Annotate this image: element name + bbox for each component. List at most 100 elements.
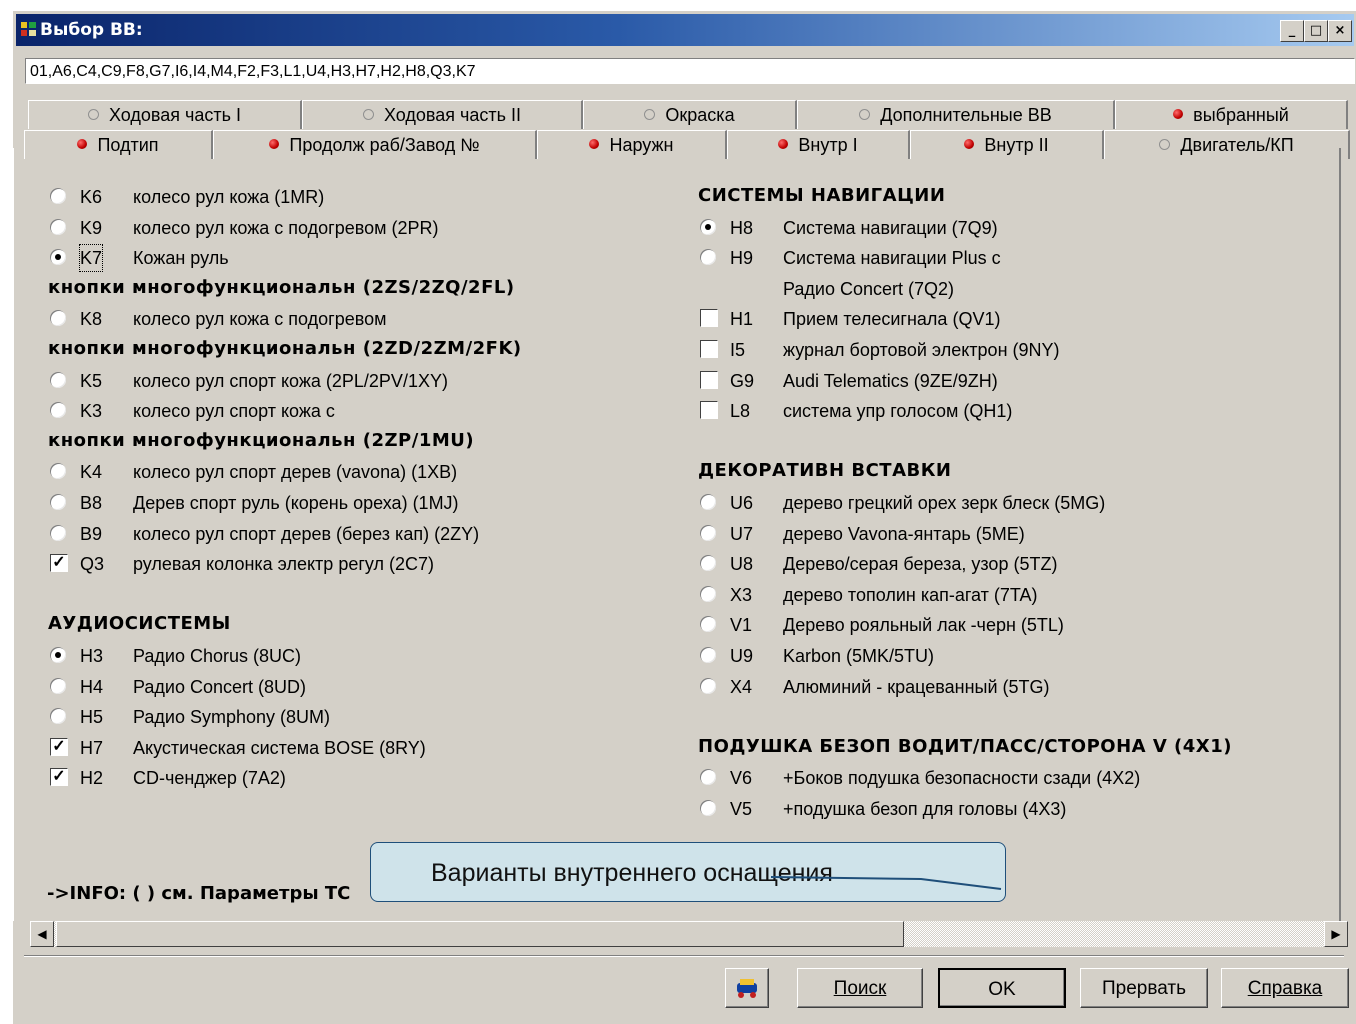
radio-button[interactable]: [50, 218, 66, 235]
radio-button[interactable]: [50, 310, 66, 327]
radio-button[interactable]: [50, 647, 66, 663]
option-check-H2[interactable]: ✓ H2 CD-ченджер (7A2): [50, 765, 670, 791]
tab-row1-3[interactable]: Дополнительные ВВ: [797, 100, 1115, 129]
checkbox[interactable]: ✓: [50, 768, 68, 787]
checkbox[interactable]: [700, 370, 718, 389]
tab-row1-1[interactable]: Ходовая часть II: [302, 100, 583, 129]
option-description: Дерев спорт руль (корень ореха) (1MJ): [133, 493, 459, 513]
option-code: V1: [730, 615, 753, 636]
tab-row1-2[interactable]: Окраска: [583, 100, 797, 129]
radio-button[interactable]: [50, 463, 66, 480]
section-header: кнопки многофункциональн (2ZP/1MU): [48, 429, 475, 451]
radio-button[interactable]: [50, 494, 66, 510]
radio-button[interactable]: [50, 249, 66, 266]
title-bar[interactable]: Выбор ВВ: _ □ ×: [16, 14, 1354, 46]
ok-button[interactable]: OK: [938, 968, 1066, 1008]
option-code: H3: [80, 646, 104, 666]
option-radio-H5[interactable]: H5 Радио Symphony (8UM): [50, 704, 670, 730]
radio-button[interactable]: [50, 677, 66, 694]
abort-button[interactable]: Прервать: [1080, 968, 1208, 1008]
option-description: Прием телесигнала (QV1): [783, 309, 1001, 330]
option-radio-K3[interactable]: K3 колесо рул спорт кожа с: [50, 398, 670, 424]
option-radio-U8[interactable]: U8 Дерево/серая береза, узор (5TZ): [700, 551, 1320, 577]
maximize-button[interactable]: □: [1304, 20, 1328, 42]
radio-button[interactable]: [700, 616, 716, 633]
option-radio-V6[interactable]: V6 +Боков подушка безопасности сзади (4X2…: [700, 765, 1320, 791]
option-radio-K6[interactable]: K6 колесо рул кожа (1MR): [50, 184, 670, 210]
option-radio-K8[interactable]: K8 колесо рул кожа с подогревом: [50, 306, 670, 332]
horizontal-scrollbar[interactable]: ◀ ▶: [30, 921, 1348, 947]
option-radio-X3[interactable]: X3 дерево тополин кап-агат (7TA): [700, 582, 1320, 608]
radio-button[interactable]: [700, 249, 716, 266]
option-radio-K5[interactable]: K5 колесо рул спорт кожа (2PL/2PV/1XY): [50, 368, 670, 394]
option-check-Q3[interactable]: ✓ Q3 рулевая колонка электр регул (2C7): [50, 551, 670, 577]
radio-button[interactable]: [50, 708, 66, 725]
option-radio-K7[interactable]: K7 Кожан руль: [50, 244, 670, 273]
radio-button[interactable]: [700, 677, 716, 694]
option-check-H7[interactable]: ✓ H7 Акустическая система BOSE (8RY): [50, 735, 670, 761]
tab-label: Дополнительные ВВ: [880, 105, 1052, 125]
scroll-right-icon[interactable]: ▶: [1324, 921, 1348, 947]
radio-button[interactable]: [700, 555, 716, 572]
radio-button[interactable]: [700, 585, 716, 602]
option-radio-V1[interactable]: V1 Дерево рояльный лак -черн (5TL): [700, 612, 1320, 638]
option-radio-U6[interactable]: U6 дерево грецкий орех зерк блеск (5MG): [700, 490, 1320, 516]
option-radio-V5[interactable]: V5 +подушка безоп для головы (4X3): [700, 796, 1320, 822]
checkbox[interactable]: ✓: [50, 737, 68, 756]
help-button[interactable]: Справка: [1221, 968, 1349, 1008]
option-check-H1[interactable]: H1 Прием телесигнала (QV1): [700, 306, 1320, 332]
option-check-I5[interactable]: I5 журнал бортовой электрон (9NY): [700, 337, 1320, 363]
option-description: колесо рул спорт кожа (2PL/2PV/1XY): [133, 370, 448, 391]
tab-row1-4[interactable]: выбранный: [1115, 100, 1348, 129]
option-code: H5: [80, 707, 104, 728]
print-button[interactable]: [725, 968, 769, 1008]
radio-button[interactable]: [700, 494, 716, 510]
unmarked-dot-icon: [644, 108, 656, 120]
checkbox[interactable]: ✓: [50, 554, 68, 573]
radio-button[interactable]: [50, 188, 66, 204]
radio-button[interactable]: [50, 524, 66, 541]
radio-button[interactable]: [700, 769, 716, 786]
radio-button[interactable]: [50, 402, 66, 419]
option-radio-X4[interactable]: X4 Алюминий - крацеванный (5TG): [700, 674, 1320, 700]
option-description: колесо рул спорт дерев (берез кап) (2ZY): [133, 523, 480, 544]
option-radio-H8[interactable]: H8 Система навигации (7Q9): [700, 215, 1320, 241]
option-code: B9: [80, 523, 103, 544]
section-header: ПОДУШКА БЕЗОП ВОДИТ/ПАСС/СТОРОНА V (4X1): [698, 735, 1232, 757]
option-description: дерево Vavona-янтарь (5ME): [783, 523, 1025, 544]
option-radio-K9[interactable]: K9 колесо рул кожа с подогревом (2PR): [50, 215, 670, 241]
option-radio-B9[interactable]: B9 колесо рул спорт дерев (берез кап) (2Z…: [50, 521, 670, 547]
option-code: K6: [80, 187, 103, 207]
option-radio-H9[interactable]: H9 Система навигации Plus с: [700, 245, 1320, 271]
option-description: Система навигации (7Q9): [783, 217, 998, 238]
option-description: Дерево/серая береза, узор (5TZ): [783, 554, 1058, 575]
checkbox[interactable]: [700, 340, 718, 358]
radio-button[interactable]: [700, 800, 716, 816]
option-code: H4: [80, 676, 104, 697]
checkbox[interactable]: [700, 309, 718, 328]
option-radio-K4[interactable]: K4 колесо рул спорт дерев (vavona) (1XB): [50, 459, 670, 485]
tab-label: выбранный: [1193, 105, 1289, 125]
option-radio-U9[interactable]: U9 Karbon (5MK/5TU): [700, 643, 1320, 669]
tab-panel-interior-2: K6 колесо рул кожа (1MR) K9 колесо рул кожа…: [13, 148, 1341, 921]
search-button[interactable]: Поиск: [797, 968, 923, 1008]
radio-button[interactable]: [700, 647, 716, 663]
option-check-L8[interactable]: L8 система упр голосом (QH1): [700, 398, 1320, 424]
scroll-thumb[interactable]: [56, 921, 904, 947]
option-radio-B8[interactable]: B8 Дерев спорт руль (корень ореха) (1MJ): [50, 490, 670, 516]
radio-button[interactable]: [700, 524, 716, 541]
option-radio-U7[interactable]: U7 дерево Vavona-янтарь (5ME): [700, 521, 1320, 547]
checkbox[interactable]: [700, 401, 718, 420]
option-radio-H4[interactable]: H4 Радио Concert (8UD): [50, 674, 670, 700]
option-check-G9[interactable]: G9 Audi Telematics (9ZE/9ZH): [700, 368, 1320, 394]
selected-codes-field[interactable]: 01,A6,C4,C9,F8,G7,I6,I4,M4,F2,F3,L1,U4,H…: [25, 58, 1355, 84]
minimize-button[interactable]: _: [1280, 20, 1304, 42]
scroll-left-icon[interactable]: ◀: [30, 921, 54, 947]
radio-button[interactable]: [700, 218, 716, 235]
radio-button[interactable]: [50, 371, 66, 388]
tab-row2-4[interactable]: Внутр II: [910, 130, 1104, 159]
option-radio-H3[interactable]: H3 Радио Chorus (8UC): [50, 643, 670, 669]
tab-row1-0[interactable]: Ходовая часть I: [28, 100, 302, 129]
unmarked-dot-icon: [362, 108, 374, 120]
close-button[interactable]: ×: [1328, 20, 1352, 42]
